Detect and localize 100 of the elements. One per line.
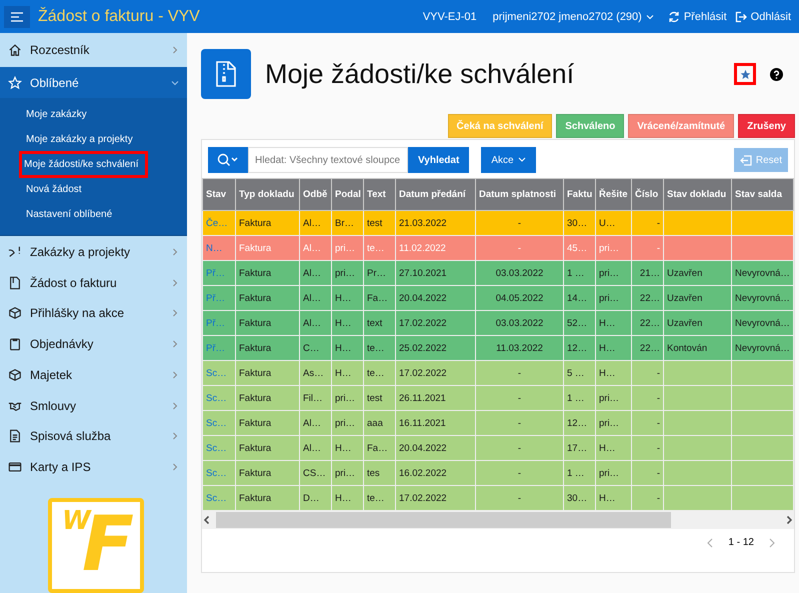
table-cell: Fa… <box>367 292 388 304</box>
sidebar-item[interactable]: Zakázky a projekty <box>0 236 187 268</box>
table-cell: Al… <box>303 442 321 454</box>
page-title: Moje žádosti/ke schválení <box>265 58 576 90</box>
table-cell: - <box>656 242 660 254</box>
document-icon <box>201 49 251 99</box>
table-cell: 5 … <box>567 368 584 378</box>
column-header[interactable]: Stav salda <box>732 178 794 210</box>
column-header[interactable]: Číslo <box>632 178 664 210</box>
sidebar-item[interactable]: Přihlášky na akce <box>0 298 187 329</box>
table-cell: 20.04.2022 <box>399 292 447 304</box>
column-header[interactable]: Faktu <box>564 178 596 210</box>
table-cell: - <box>518 442 522 454</box>
table-cell: Faktura <box>239 418 272 428</box>
table-cell: - <box>656 492 660 504</box>
status-filter-button[interactable]: Schváleno <box>556 114 624 138</box>
table-cell: pri… <box>335 242 356 254</box>
search-field[interactable]: Hledat: Všechny textové sloupce <box>248 147 408 173</box>
table-cell: H… <box>335 292 352 304</box>
table-cell: - <box>656 418 660 428</box>
sidebar-item[interactable]: Majetek <box>0 359 187 390</box>
logout-link[interactable]: Odhlásit <box>734 10 791 22</box>
actions-button[interactable]: Akce <box>481 147 536 173</box>
table-cell: Faktura <box>239 318 272 328</box>
column-header[interactable]: Typ dokladu <box>236 178 300 210</box>
box-icon <box>8 368 22 382</box>
table-cell: Kontován <box>667 342 708 354</box>
sidebar-item[interactable]: Objednávky <box>0 328 187 360</box>
chevron-icon <box>646 12 654 20</box>
table-cell: - <box>518 492 522 504</box>
table-cell: Al… <box>303 242 321 254</box>
user-menu[interactable]: prijmeni2702 jmeno2702 (290) <box>492 10 654 22</box>
column-header[interactable]: Stav dokladu <box>664 178 732 210</box>
table-cell: Faktura <box>239 218 272 228</box>
sidebar-item[interactable]: Spisová služba <box>0 420 187 452</box>
table-cell: - <box>656 442 660 454</box>
table-cell: pri… <box>599 392 620 404</box>
table-cell: te… <box>367 368 384 378</box>
table-cell: 22… <box>640 342 660 354</box>
document-icon <box>8 276 22 290</box>
table-cell: 17… <box>567 442 588 454</box>
route-icon <box>8 244 22 259</box>
menu-button[interactable] <box>4 6 30 28</box>
sidebar-item[interactable]: Smlouvy <box>0 390 187 421</box>
scroll-right-icon[interactable] <box>784 515 794 525</box>
table-cell: 04.05.2022 <box>496 292 544 304</box>
sidebar-subitem[interactable]: Nová žádost <box>24 179 84 200</box>
relogin-link[interactable]: Přehlásit <box>668 10 727 22</box>
scrollbar-thumb[interactable] <box>216 512 671 528</box>
column-header[interactable]: Odbě <box>300 178 332 210</box>
column-header[interactable]: Text <box>364 178 396 210</box>
menu-icon <box>10 12 24 22</box>
search-column-button[interactable] <box>208 147 248 173</box>
table-cell: H… <box>599 442 616 454</box>
file-icon <box>8 429 22 444</box>
column-header[interactable]: Datum předání <box>396 178 476 210</box>
column-header[interactable]: Podal <box>332 178 364 210</box>
table-cell: te… <box>367 342 384 354</box>
table-cell: 21… <box>640 268 660 278</box>
sidebar-item[interactable]: Oblíbené <box>0 66 187 98</box>
table-cell: pri… <box>599 268 620 278</box>
table-cell: - <box>656 218 660 228</box>
table-cell: text <box>367 318 382 328</box>
sidebar-item[interactable]: Žádost o fakturu <box>0 267 187 298</box>
chevron-icon <box>171 370 179 379</box>
chevron-icon <box>171 463 179 472</box>
table-cell: Nevyrovná… <box>735 292 790 304</box>
sidebar-subitem[interactable]: Moje zakázky <box>24 104 89 126</box>
status-filter-button[interactable]: Vrácené/zamítnuté <box>628 114 734 138</box>
search-icon <box>217 153 239 167</box>
table-cell: 16.11.2021 <box>399 418 446 428</box>
table-cell: pri… <box>335 392 356 404</box>
help-icon[interactable] <box>770 68 783 80</box>
column-header[interactable]: Řešite <box>596 178 632 210</box>
table-cell: 22… <box>640 318 660 328</box>
table-cell: pri… <box>599 242 620 254</box>
sidebar-subitem[interactable]: Moje žádosti/ke schválení <box>22 154 145 176</box>
table-cell: 1 … <box>567 392 584 404</box>
status-filter-button[interactable]: Zrušeny <box>738 114 795 138</box>
table-cell: 11.02.2022 <box>399 242 446 254</box>
table-cell: Faktura <box>239 368 272 378</box>
sidebar-subitem[interactable]: Nastavení oblíbené <box>24 204 114 226</box>
sidebar-subitem[interactable]: Moje zakázky a projekty <box>24 129 135 150</box>
column-header[interactable]: Stav <box>202 178 236 210</box>
table-cell: Faktura <box>239 342 272 354</box>
table-cell: - <box>656 392 660 404</box>
table-cell: - <box>518 418 522 428</box>
favorite-button[interactable] <box>734 63 756 85</box>
column-header[interactable]: Datum splatnosti <box>476 178 564 210</box>
table-cell: - <box>656 468 660 478</box>
table-cell: 1 … <box>567 468 584 478</box>
search-button[interactable]: Vyhledat <box>408 147 470 173</box>
scroll-left-icon[interactable] <box>202 515 212 525</box>
table-cell: pri… <box>335 418 356 428</box>
table-cell: Br… <box>335 218 354 228</box>
chevron-icon <box>171 340 179 348</box>
table-cell: - <box>656 368 660 378</box>
table-cell: Uzavřen <box>667 318 702 328</box>
sidebar-item[interactable]: Karty a IPS <box>0 452 187 482</box>
table-cell: Nevyrovná… <box>735 268 790 278</box>
